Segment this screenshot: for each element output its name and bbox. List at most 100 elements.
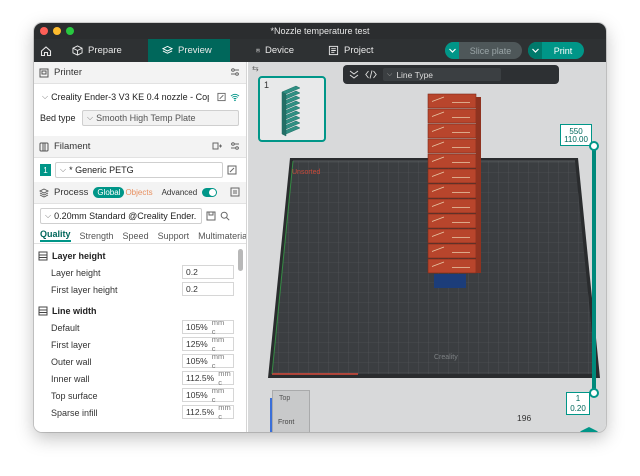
tower-block	[427, 213, 477, 229]
filament-title: Filament	[54, 141, 91, 152]
settings-scrollbar[interactable]	[238, 249, 243, 271]
plate-thumbnail[interactable]: 1	[258, 76, 326, 142]
global-toggle[interactable]: Global	[93, 187, 125, 198]
tab-device[interactable]: Device	[230, 39, 308, 62]
minimize-button[interactable]	[53, 27, 61, 35]
sidebar-collapse-icon[interactable]: ⇆	[252, 64, 259, 73]
bed-type-select[interactable]: ⌵ Smooth High Temp Plate	[82, 110, 239, 126]
zoom-button[interactable]	[66, 27, 74, 35]
outer-wall-width-input[interactable]: 105% mm c	[182, 352, 234, 370]
printer-title: Printer	[54, 67, 82, 78]
sparse-infill-width-input[interactable]: 112.5% mm c	[182, 403, 234, 421]
param-label: First layer height	[51, 284, 118, 295]
plate-thumbnail-image	[281, 85, 301, 137]
layer-top-height: 110.00	[560, 134, 592, 146]
chevron-down-icon: ⌵	[87, 113, 94, 122]
tab-project-label: Project	[344, 45, 374, 56]
line-width-icon	[38, 306, 48, 315]
tab-strength[interactable]: Strength	[80, 231, 114, 241]
print-dropdown-chevron-icon[interactable]	[528, 42, 542, 59]
filament-section-header[interactable]: Filament	[34, 136, 246, 158]
tab-project[interactable]: Project	[308, 39, 388, 62]
tab-device-label: Device	[264, 45, 294, 56]
edit-filament-icon[interactable]	[227, 165, 237, 175]
param-unit: mm c	[218, 369, 231, 387]
view-type-select[interactable]: ⌵ Line Type	[383, 68, 501, 81]
view-cube[interactable]: Top Front	[272, 390, 310, 432]
top-surface-width-input[interactable]: 105% mm c	[182, 386, 234, 404]
process-layers-icon	[39, 187, 49, 198]
filament-select[interactable]: ⌵ * Generic PETG	[55, 162, 223, 178]
objects-toggle[interactable]: Objects	[125, 188, 152, 197]
preview-viewport[interactable]: Unsorted Creality ⌵ Line Type 1 ⇆ 550 11…	[248, 62, 606, 432]
printer-icon	[39, 68, 49, 77]
process-section-header[interactable]: Process Global Objects Advanced	[34, 182, 246, 204]
param-label: Top surface	[51, 390, 98, 401]
process-preset-select[interactable]: ⌵ 0.20mm Standard @Creality Ender...	[40, 208, 202, 224]
printer-select[interactable]: ⌵ Creality Ender-3 V3 KE 0.4 nozzle - Co…	[40, 89, 213, 105]
layer-slider-top-handle[interactable]	[589, 141, 599, 151]
param-outer-wall-width: Outer wall 105% mm c	[34, 352, 246, 370]
printer-section-header[interactable]: Printer	[34, 62, 246, 84]
printer-name: Creality Ender-3 V3 KE 0.4 nozzle - Copy	[51, 92, 209, 102]
default-width-input[interactable]: 105% mm c	[182, 318, 234, 336]
inner-wall-width-input[interactable]: 112.5% mm c	[182, 369, 234, 387]
param-unit: mm c	[211, 318, 225, 336]
code-icon[interactable]	[365, 70, 377, 79]
layers-stack-icon	[580, 427, 598, 432]
tower-block	[427, 93, 477, 109]
tower-block	[427, 168, 477, 184]
layer-bottom-value: 1	[575, 393, 581, 403]
param-inner-wall-width: Inner wall 112.5% mm c	[34, 369, 246, 387]
toolbar-actions: Slice plate Print	[445, 42, 584, 59]
param-label: Default	[51, 322, 80, 333]
layer-bottom-height-value: 0.20	[570, 404, 586, 413]
param-default-width: Default 105% mm c	[34, 318, 246, 336]
save-preset-icon[interactable]	[206, 211, 216, 221]
layer-height-input[interactable]: 0.2	[182, 265, 234, 279]
parameter-list: Layer height Layer height 0.2 First laye…	[34, 247, 246, 421]
printer-settings-icon[interactable]	[230, 67, 240, 77]
project-icon	[328, 45, 339, 56]
home-icon	[40, 45, 52, 56]
z-axis-indicator	[270, 398, 272, 432]
svg-text:Unsorted: Unsorted	[292, 169, 321, 176]
tab-prepare[interactable]: Prepare	[58, 39, 148, 62]
param-value: 125%	[186, 339, 208, 349]
search-icon[interactable]	[220, 211, 230, 221]
slice-dropdown-chevron-icon[interactable]	[445, 42, 459, 59]
tab-prepare-label: Prepare	[88, 45, 122, 56]
param-value: 0.2	[186, 284, 198, 294]
tower-block	[427, 138, 477, 154]
first-layer-width-input[interactable]: 125% mm c	[182, 335, 234, 353]
filament-settings-icon[interactable]	[230, 141, 240, 151]
tab-speed[interactable]: Speed	[123, 231, 149, 241]
process-list-icon[interactable]	[230, 187, 240, 197]
tab-multimaterial[interactable]: Multimaterial	[198, 231, 246, 241]
param-unit: mm c	[218, 403, 231, 421]
add-filament-icon[interactable]	[212, 141, 222, 151]
close-button[interactable]	[40, 27, 48, 35]
tab-support[interactable]: Support	[158, 231, 190, 241]
tab-quality[interactable]: Quality	[40, 229, 71, 242]
first-layer-height-input[interactable]: 0.2	[182, 282, 234, 296]
edit-printer-icon[interactable]	[217, 92, 226, 102]
filament-icon	[39, 142, 49, 151]
collapse-chevrons-icon[interactable]	[349, 70, 359, 79]
chevron-down-icon: ⌵	[387, 70, 393, 78]
advanced-label: Advanced	[161, 188, 198, 197]
print-label: Print	[553, 45, 573, 56]
tab-preview[interactable]: Preview	[148, 39, 230, 62]
layer-slider-track[interactable]	[592, 144, 596, 392]
param-value: 105%	[186, 322, 208, 332]
param-top-surface-width: Top surface 105% mm c	[34, 386, 246, 404]
advanced-switch[interactable]	[202, 188, 218, 197]
tower-block	[427, 123, 477, 139]
legend-toggle-button[interactable]	[578, 424, 600, 432]
slice-plate-button[interactable]: Slice plate	[445, 42, 522, 59]
layer-slider-bottom-handle[interactable]	[589, 388, 599, 398]
home-button[interactable]	[34, 39, 58, 62]
print-button[interactable]: Print	[528, 42, 584, 59]
bed-type-label: Bed type	[40, 113, 76, 123]
wifi-icon[interactable]	[230, 92, 240, 102]
